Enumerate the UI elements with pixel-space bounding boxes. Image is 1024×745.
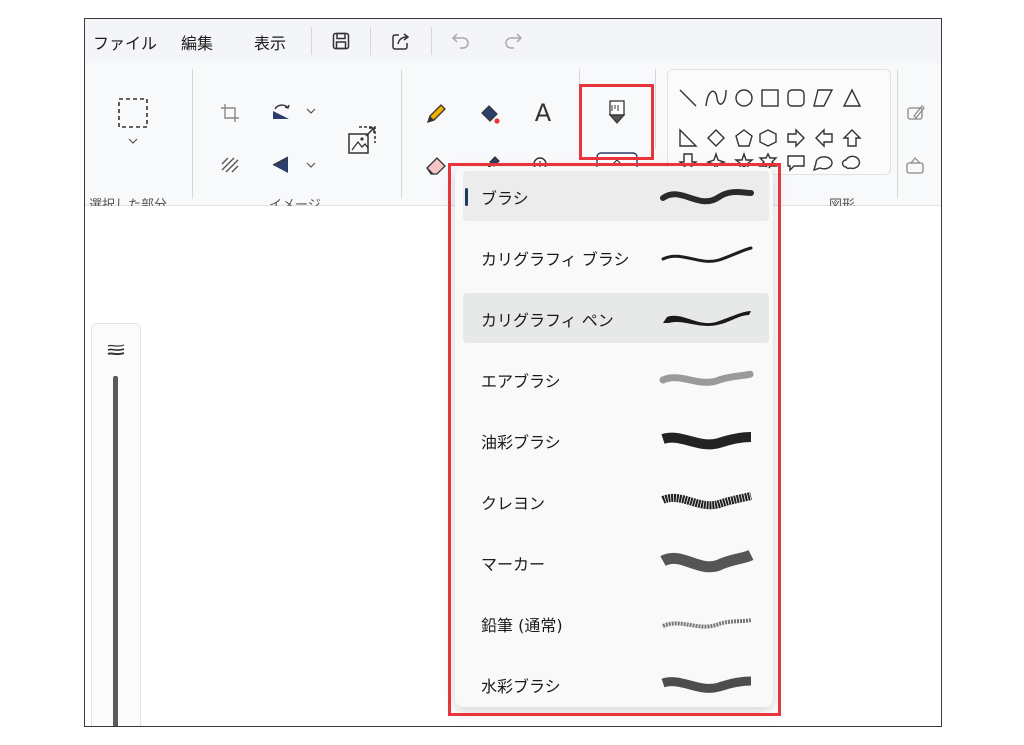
- ribbon-divider: [192, 69, 193, 199]
- hexagon-shape-icon: [759, 129, 777, 147]
- brush-button-highlight: [579, 84, 654, 160]
- text-icon[interactable]: A: [529, 99, 557, 127]
- pentagon-shape-icon: [735, 129, 753, 147]
- left-arrow-shape-icon: [815, 128, 833, 148]
- rotate-menu-chevron[interactable]: [303, 103, 319, 119]
- right-arrow-shape-icon: [787, 128, 805, 148]
- menu-bar: ファイル 編集 表示: [85, 19, 941, 63]
- menu-file[interactable]: ファイル: [93, 30, 157, 54]
- flip-icon[interactable]: [269, 153, 293, 177]
- menu-divider: [431, 27, 432, 55]
- eraser-icon[interactable]: [423, 153, 449, 179]
- rectangle-shape-icon: [761, 89, 779, 107]
- rotate-icon[interactable]: [269, 101, 293, 125]
- pencil-icon[interactable]: [423, 101, 449, 127]
- rounded-rectangle-shape-icon: [787, 89, 805, 107]
- line-shape-icon: [679, 89, 697, 107]
- up-arrow-shape-icon: [842, 129, 862, 147]
- shape-fill-icon[interactable]: [903, 153, 929, 177]
- menu-divider: [311, 27, 312, 55]
- brush-size-slider-panel: [91, 323, 141, 726]
- flip-menu-chevron[interactable]: [303, 157, 319, 173]
- right-triangle-shape-icon: [679, 128, 698, 147]
- menu-view[interactable]: 表示: [254, 30, 286, 54]
- cloud-callout-shape-icon: [841, 155, 861, 170]
- redo-icon[interactable]: [499, 27, 527, 55]
- curve-shape-icon: [705, 89, 727, 107]
- ribbon-divider: [897, 69, 898, 199]
- outline-icon[interactable]: [903, 101, 929, 125]
- menu-edit[interactable]: 編集: [181, 30, 213, 54]
- shapes-gallery: [667, 69, 891, 175]
- undo-icon[interactable]: [447, 27, 475, 55]
- size-slider-track[interactable]: [113, 376, 118, 726]
- rect-callout-shape-icon: [787, 155, 805, 172]
- remove-bg-icon[interactable]: [218, 153, 242, 177]
- select-icon[interactable]: [113, 93, 153, 133]
- crop-icon[interactable]: [218, 101, 242, 125]
- oval-callout-shape-icon: [812, 156, 833, 172]
- share-icon[interactable]: [387, 27, 415, 55]
- stroke-size-icon: [106, 342, 126, 358]
- chevron-down-icon[interactable]: [123, 133, 143, 149]
- oval-shape-icon: [735, 89, 753, 107]
- save-icon[interactable]: [327, 27, 355, 55]
- dropdown-highlight: [448, 163, 781, 716]
- fill-icon[interactable]: [477, 101, 503, 127]
- menu-divider: [370, 27, 371, 55]
- ribbon-divider: [401, 69, 402, 199]
- resize-icon[interactable]: [345, 123, 379, 157]
- triangle-shape-icon: [842, 88, 862, 107]
- ribbon-divider: [655, 69, 656, 149]
- polygon-shape-icon: [813, 89, 834, 107]
- diamond-shape-icon: [707, 129, 725, 147]
